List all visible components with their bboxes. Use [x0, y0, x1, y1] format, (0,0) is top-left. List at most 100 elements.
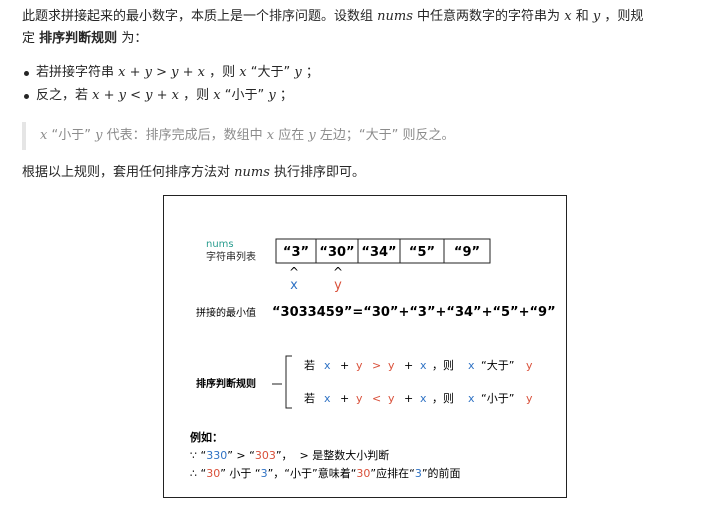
rule-op: + — [340, 359, 349, 372]
math-expr: x + y > y + x — [118, 65, 205, 80]
bullet-greater: 若拼接字符串 x + y > y + x ，则 x “大于” y ； — [24, 62, 319, 84]
cell-value: “34” — [361, 245, 396, 260]
rule-relation: “大于” — [481, 358, 514, 372]
rule-word: 若 — [304, 392, 315, 405]
rule-label: 排序判断规则 — [196, 377, 256, 390]
bullet-text: “小于” — [224, 88, 265, 103]
rule-x: x — [468, 392, 475, 405]
bullet-text: ； — [305, 65, 319, 80]
rule-y: y — [356, 392, 363, 405]
math-x: x — [564, 9, 572, 24]
rule-y: y — [526, 392, 533, 405]
rule-op: + — [404, 359, 413, 372]
example-num-blue: 3 — [261, 467, 268, 480]
bullet-less: 反之，若 x + y < y + x ，则 x “小于” y ； — [24, 85, 293, 107]
rule-relation: “小于” — [481, 392, 514, 405]
example-num-red: 30 — [206, 467, 220, 480]
example-line-1: ∵ “330” > “303”， > 是整数大小判断 — [190, 448, 389, 462]
diagram-svg: nums 字符串列表 “3” “30” “34” “5” “9” ^ x ^ y… — [190, 238, 556, 480]
bullet-text: ； — [279, 88, 293, 103]
cell-value: “30” — [319, 245, 354, 260]
rule-x: x — [324, 359, 331, 372]
cell-value: “5” — [409, 245, 435, 260]
cell-value: “3” — [283, 245, 309, 260]
caret-x: ^ — [289, 265, 299, 279]
example-text: ， > 是整数大小判断 — [282, 448, 390, 462]
intro-text-2: 中任意两数字的字符串为 — [417, 9, 561, 24]
math-x: x — [40, 128, 48, 143]
rule-compare: > — [372, 359, 381, 372]
example-text: ”，“小于”意味着“ — [268, 466, 357, 480]
bullet-text: 反之，若 — [36, 88, 89, 103]
nums-label: nums — [206, 239, 234, 250]
string-list-cells: “3” “30” “34” “5” “9” — [275, 238, 491, 264]
intro-text-1: 此题求拼接起来的最小数字，本质上是一个排序问题。设数组 — [22, 9, 374, 24]
min-value-label: 拼接的最小值 — [196, 306, 256, 319]
math-x: x — [213, 88, 221, 103]
bullet-text: 若拼接字符串 — [36, 65, 115, 80]
example-line-2: ∴ “30” 小于 “3”，“小于”意味着“30”应排在“3”的前面 — [190, 466, 461, 480]
quote-text: 左边；“大于” 则反之。 — [319, 128, 455, 143]
math-y: y — [592, 9, 601, 24]
intro-text-3: ，则规 — [604, 9, 644, 24]
rule-compare: < — [372, 392, 381, 405]
bullet-text: ，则 — [183, 88, 210, 103]
cell-value: “9” — [454, 245, 480, 260]
math-y: y — [95, 128, 103, 143]
rule-word: ，则 — [432, 359, 454, 372]
rule-word: 若 — [304, 359, 315, 372]
quote-text: “小于” — [51, 128, 91, 143]
example-text: 小于 “ — [226, 467, 261, 480]
rule-word: ，则 — [432, 392, 454, 405]
rule-name-bold: 排序判断规则 — [39, 31, 118, 46]
pointer-x: x — [290, 278, 298, 293]
compare-gt: > — [233, 449, 249, 462]
math-nums: nums — [234, 165, 270, 180]
example-num-blue: 330 — [206, 449, 227, 462]
rule-op: + — [340, 392, 349, 405]
string-list-label: 字符串列表 — [206, 250, 256, 263]
math-nums: nums — [377, 9, 413, 24]
rule-y: y — [388, 392, 395, 405]
caret-y: ^ — [333, 265, 343, 279]
math-x: x — [239, 65, 247, 80]
example-num-red: 303 — [255, 449, 276, 462]
rule-y: y — [388, 359, 395, 372]
bullet-text: ，则 — [209, 65, 236, 80]
example-text: ”的前面 — [422, 466, 461, 480]
rule-x: x — [324, 392, 331, 405]
math-expr: x + y < y + x — [92, 88, 179, 103]
rule-bracket — [272, 355, 292, 409]
intro-text-5: 为： — [121, 31, 148, 46]
example-title: 例如： — [190, 430, 223, 444]
quote-text: 应在 — [278, 128, 305, 143]
para-text: 根据以上规则，套用任何排序方法对 — [22, 165, 231, 180]
rule-op: + — [404, 392, 413, 405]
quote-text: 代表：排序完成后，数组中 — [106, 128, 263, 143]
pointer-y: y — [334, 278, 342, 293]
math-y: y — [294, 65, 302, 80]
example-num-red: 30 — [356, 467, 370, 480]
therefore-symbol: ∴ — [190, 467, 197, 480]
intro-and: 和 — [575, 9, 589, 24]
rule-line-2: 若 x + y < y + x ，则 x “小于” y — [304, 392, 533, 405]
bullet-text: “大于” — [250, 65, 291, 80]
intro-paragraph: 此题求拼接起来的最小数字，本质上是一个排序问题。设数组 nums 中任意两数字的… — [22, 6, 702, 50]
math-x: x — [266, 128, 275, 143]
conclusion-paragraph: 根据以上规则，套用任何排序方法对 nums 执行排序即可。 — [22, 162, 702, 184]
rule-line-1: 若 x + y > y + x ，则 x “大于” y — [304, 358, 533, 372]
math-y: y — [308, 128, 316, 143]
example-text: ”应排在“ — [370, 466, 414, 480]
rule-x: x — [420, 392, 427, 405]
rule-y: y — [526, 359, 533, 372]
rule-x: x — [468, 359, 475, 372]
blockquote: x “小于” y 代表：排序完成后，数组中 x 应在 y 左边；“大于” 则反之… — [22, 122, 701, 150]
example-num-blue: 3 — [415, 467, 422, 480]
min-value-expression: “3033459”=“30”+“3”+“34”+“5”+“9” — [272, 305, 556, 320]
rule-y: y — [356, 359, 363, 372]
para-text: 执行排序即可。 — [274, 165, 366, 180]
rule-x: x — [420, 359, 427, 372]
figure-diagram: nums 字符串列表 “3” “30” “34” “5” “9” ^ x ^ y… — [163, 195, 567, 498]
because-symbol: ∵ — [190, 449, 197, 462]
math-y: y — [268, 88, 276, 103]
